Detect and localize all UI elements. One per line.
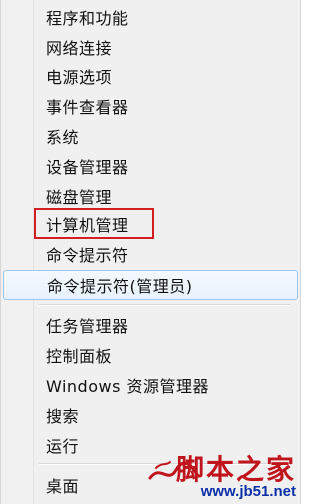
watermark-title: 脚本之家 [175,453,296,486]
menu-item-label: 桌面 [46,477,80,496]
menu-item-label: 事件查看器 [46,98,129,117]
menu-item-label: 程序和功能 [46,9,129,28]
menu-item-label: 系统 [46,128,80,147]
menu-item-search[interactable]: 搜索 [3,400,298,430]
menu-item-label: 任务管理器 [46,317,129,336]
menu-item-command-prompt-admin[interactable]: 命令提示符(管理员) [3,270,298,300]
watermark-url: www.jb51.net [200,483,296,500]
menu-item-network-connections[interactable]: 网络连接 [3,32,298,62]
watermark: 脚本之家 www.jb51.net [146,448,296,500]
menu-item-disk-management[interactable]: 磁盘管理 [3,181,298,211]
menu-item-label: 运行 [46,437,80,456]
context-menu: 程序和功能 网络连接 电源选项 事件查看器 系统 设备管理器 磁盘管理 计算机管… [0,0,301,504]
menu-item-task-manager[interactable]: 任务管理器 [3,310,298,340]
menu-item-label: 搜索 [46,407,80,426]
menu-item-label: 设备管理器 [46,158,129,177]
menu-item-windows-explorer[interactable]: Windows 资源管理器 [3,370,298,400]
menu-item-label: 命令提示符 [46,246,129,265]
menu-item-system[interactable]: 系统 [3,121,298,151]
menu-item-command-prompt[interactable]: 命令提示符 [3,239,298,269]
menu-item-label: Windows 资源管理器 [46,377,210,396]
menu-item-label: 电源选项 [46,68,113,87]
menu-item-label: 命令提示符(管理员) [47,277,193,296]
menu-item-device-manager[interactable]: 设备管理器 [3,151,298,181]
menu-item-label: 计算机管理 [46,216,129,235]
menu-item-label: 磁盘管理 [46,188,113,207]
menu-item-power-options[interactable]: 电源选项 [3,61,298,91]
menu-item-control-panel[interactable]: 控制面板 [3,340,298,370]
menu-item-label: 控制面板 [46,347,113,366]
menu-item-computer-management[interactable]: 计算机管理 [3,209,298,239]
menu-item-programs-features[interactable]: 程序和功能 [3,2,298,32]
menu-separator [39,304,290,306]
menu-item-label: 网络连接 [46,39,113,58]
menu-item-event-viewer[interactable]: 事件查看器 [3,91,298,121]
